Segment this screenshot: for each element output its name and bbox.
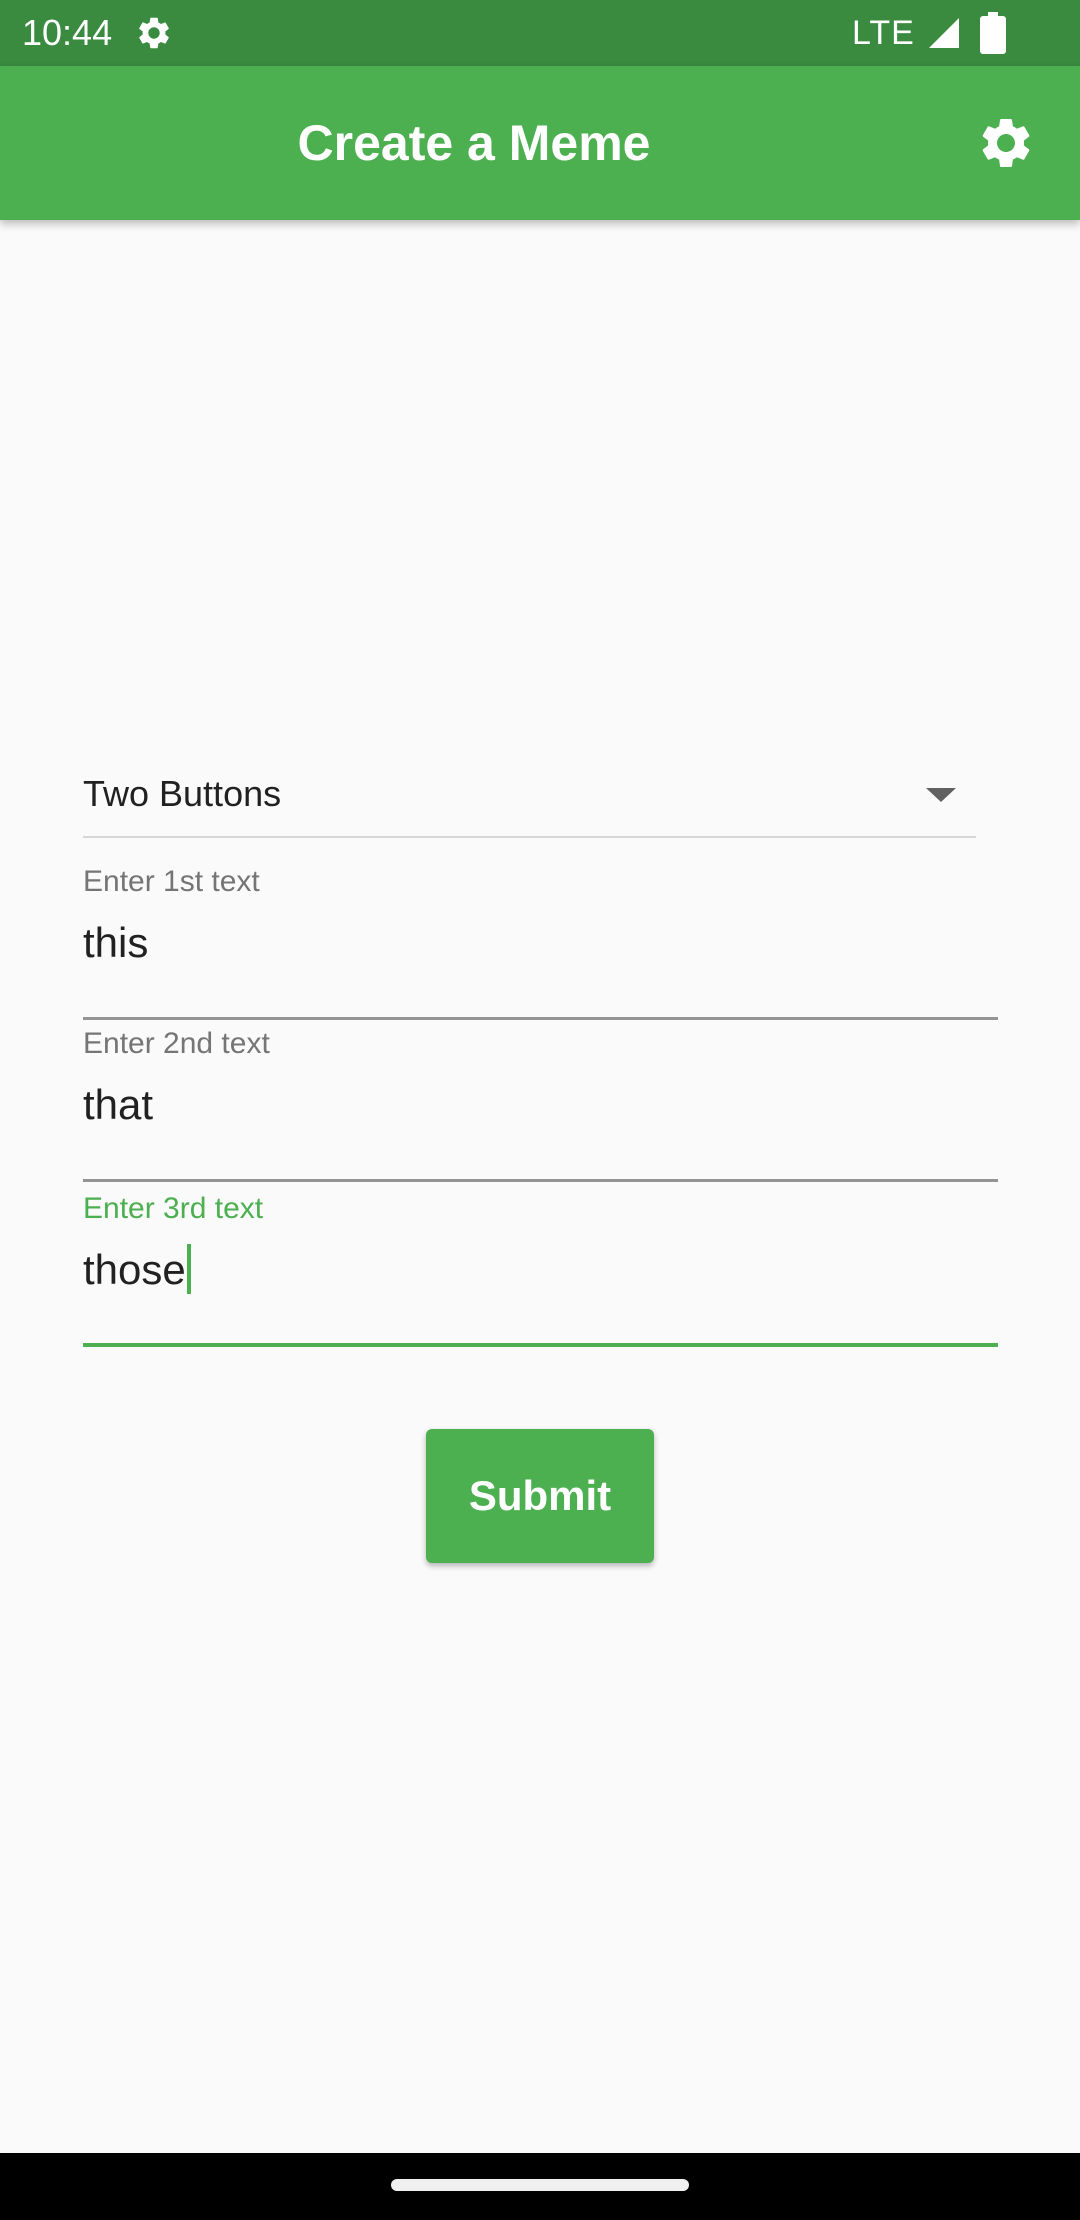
settings-icon[interactable]	[976, 113, 1036, 173]
template-dropdown-value: Two Buttons	[83, 773, 282, 814]
second-text-underline	[83, 1179, 998, 1182]
dropdown-arrow-icon	[926, 788, 956, 802]
first-text-label: Enter 1st text	[83, 865, 260, 898]
third-text-value: those	[83, 1246, 186, 1293]
third-text-label: Enter 3rd text	[83, 1192, 264, 1225]
page-title: Create a Meme	[297, 115, 651, 171]
first-text-field[interactable]: Enter 1st text this	[83, 858, 998, 1020]
app-bar: Create a Meme	[0, 66, 1080, 220]
third-text-input[interactable]: those	[83, 1239, 191, 1301]
second-text-label: Enter 2nd text	[83, 1027, 270, 1060]
settings-gear-icon	[139, 17, 169, 49]
second-text-field[interactable]: Enter 2nd text that	[83, 1020, 998, 1182]
status-bar: 10:44 LTE	[0, 0, 1080, 66]
signal-icon	[929, 18, 959, 48]
second-text-input[interactable]: that	[83, 1074, 153, 1136]
home-handle[interactable]	[391, 2179, 689, 2191]
third-text-field[interactable]: Enter 3rd text those	[83, 1185, 998, 1347]
third-text-underline	[83, 1343, 998, 1347]
battery-icon	[980, 12, 1006, 54]
text-cursor	[186, 1244, 191, 1294]
template-dropdown[interactable]: Two Buttons	[83, 756, 976, 838]
navigation-bar	[0, 2153, 1080, 2220]
submit-button[interactable]: Submit	[426, 1429, 654, 1563]
network-type: LTE	[852, 14, 915, 52]
status-time: 10:44	[22, 12, 113, 53]
first-text-input[interactable]: this	[83, 912, 148, 974]
